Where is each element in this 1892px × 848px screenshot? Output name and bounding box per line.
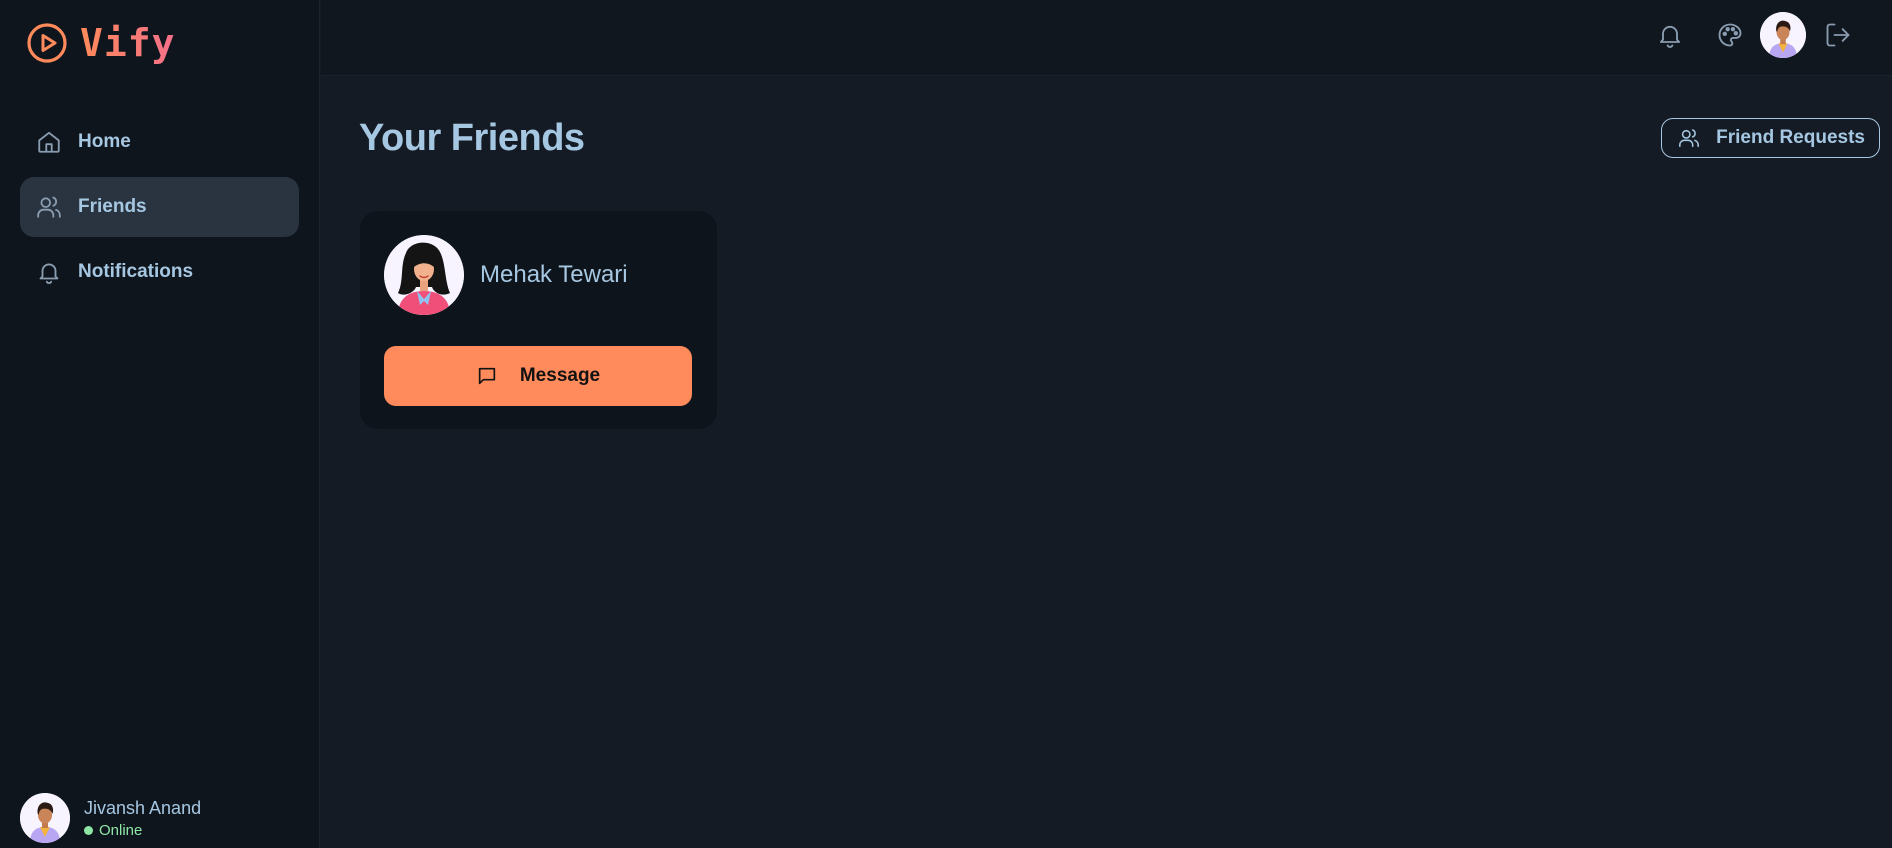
avatar [20,793,70,843]
friend-name: Mehak Tewari [480,261,628,288]
online-status: Online [84,822,201,839]
friend-avatar[interactable] [384,235,464,315]
profile-name: Jivansh Anand [84,797,202,818]
online-dot-icon [84,825,93,835]
sidebar-item-notifications[interactable]: Notifications [20,242,299,302]
sidebar-item-home[interactable]: Home [20,112,299,172]
sidebar-item-label: Home [78,131,131,152]
message-button-label: Message [519,365,601,386]
main-content: Your Friends Friend Requests Mehak Tewar… [321,77,1892,848]
avatar[interactable] [1760,12,1806,58]
friend-requests-button[interactable]: Friend Requests [1661,118,1880,158]
status-text: Online [99,821,143,839]
friend-requests-label: Friend Requests [1716,127,1865,148]
notifications-button[interactable] [1650,15,1690,55]
friend-header: Mehak Tewari [384,235,628,315]
theme-button[interactable] [1710,15,1750,55]
users-icon [37,196,61,218]
home-icon [38,131,60,153]
sidebar: Vify Home Friends Notifications Jivansh … [0,0,320,848]
page-title: Your Friends [359,117,585,159]
friend-card: Mehak Tewari Message [360,211,717,429]
bell-icon [1659,25,1681,48]
app-root: Vify Home Friends Notifications Jivansh … [0,0,1892,848]
message-button[interactable]: Message [384,346,692,406]
message-square-icon [478,367,496,385]
sidebar-nav: Home Friends Notifications [20,112,299,307]
palette-icon [1718,23,1742,47]
app-name: Vify [80,21,176,65]
sidebar-item-friends[interactable]: Friends [20,177,299,237]
play-circle-logo-icon [27,23,67,63]
user-profile[interactable]: Jivansh Anand Online [20,792,201,844]
users-icon [1679,129,1700,148]
profile-info: Jivansh Anand Online [84,798,201,839]
top-bar [321,0,1892,76]
brand[interactable]: Vify [26,20,176,66]
top-bar-actions [1650,10,1858,60]
bell-icon [39,263,59,284]
logout-icon [1826,23,1850,47]
sidebar-item-label: Notifications [78,261,194,282]
sidebar-item-label: Friends [78,196,147,217]
logout-button[interactable] [1818,15,1858,55]
